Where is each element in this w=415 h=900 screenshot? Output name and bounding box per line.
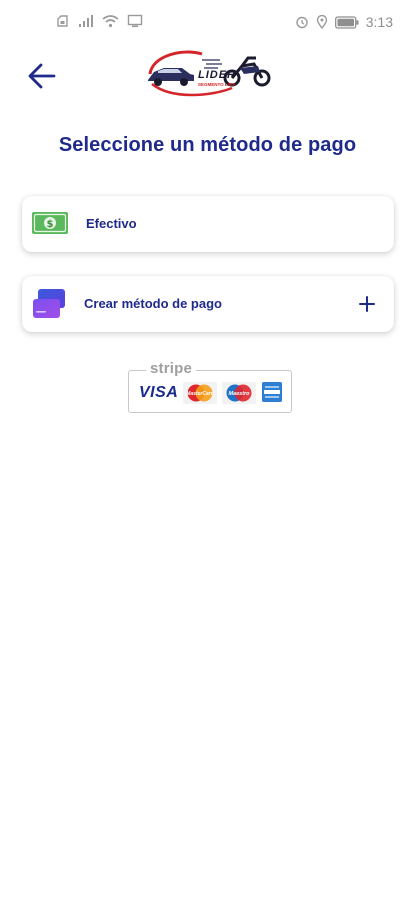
signal-icon: [79, 15, 93, 27]
payment-method-label: Crear método de pago: [84, 296, 222, 311]
cash-icon: $: [32, 212, 68, 234]
mastercard-logo: MasterCard: [183, 382, 217, 404]
status-left-icons: [56, 14, 143, 28]
logo-subtext: SEGMENTO LIMA: [198, 82, 237, 87]
arrow-left-icon: [28, 63, 56, 89]
status-time: 3:13: [365, 14, 393, 30]
create-payment-method[interactable]: Crear método de pago: [22, 276, 394, 332]
sim-icon: [57, 15, 68, 27]
cast-icon: [127, 14, 143, 28]
page-title: Seleccione un método de pago: [58, 134, 357, 156]
status-right-icons: 3:13: [295, 14, 393, 30]
visa-logo: VISA: [139, 384, 179, 401]
plus-icon[interactable]: [358, 295, 376, 313]
logo-text: LIDER: [198, 69, 236, 81]
payment-method-cash[interactable]: $ Efectivo: [22, 196, 394, 252]
amex-logo: [262, 382, 282, 402]
alarm-icon: [296, 16, 308, 29]
stripe-logo: stripe: [146, 360, 197, 377]
payment-method-label: Efectivo: [86, 216, 137, 231]
location-icon: [316, 15, 327, 29]
app-logo: LIDER SEGMENTO LIMA: [142, 44, 274, 104]
maestro-logo: Maestro: [222, 382, 256, 404]
status-bar: 3:13: [0, 0, 415, 48]
battery-icon: [334, 15, 359, 29]
svg-text:Maestro: Maestro: [228, 391, 250, 397]
cards-icon: [33, 289, 65, 318]
back-button[interactable]: [22, 58, 62, 94]
svg-text:$: $: [47, 219, 54, 230]
svg-text:MasterCard: MasterCard: [186, 391, 214, 397]
wifi-icon: [102, 15, 119, 28]
